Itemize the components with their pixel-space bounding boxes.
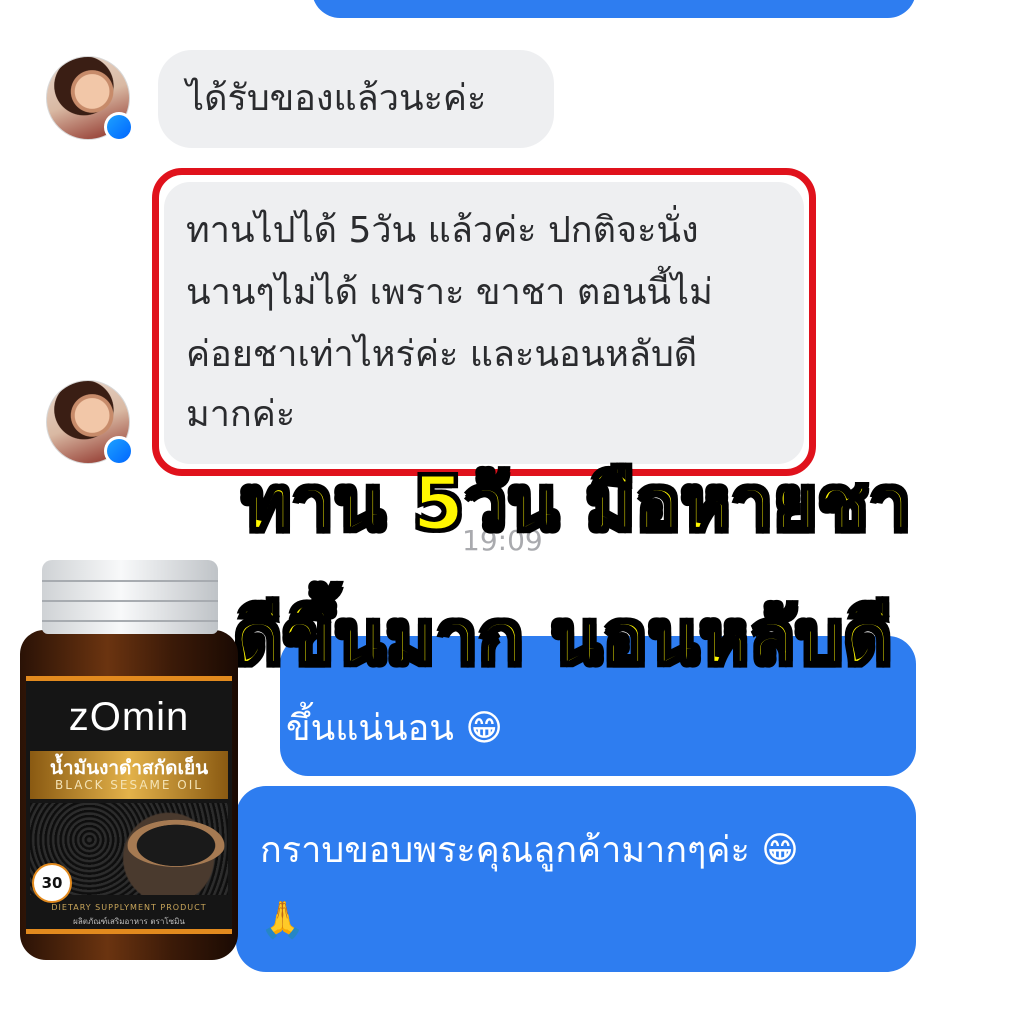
cap-ridge [42, 580, 218, 582]
incoming-message-bubble[interactable]: ได้รับของแล้วนะค่ะ [158, 50, 554, 148]
messenger-icon [104, 112, 134, 142]
bottle-cap [42, 560, 218, 634]
outgoing-message-text: ขึ้นแน่นอน 😁 [286, 708, 503, 749]
sender-avatar[interactable] [46, 380, 134, 466]
spoon-graphic [126, 819, 226, 867]
product-bottle-image: zOmin น้ำมันงาดำสกัดเย็น BLACK SESAME OI… [12, 560, 242, 960]
overlay-headline-1: ทาน 5วัน มือหายชา [241, 460, 913, 549]
sender-avatar[interactable] [46, 56, 134, 142]
product-label: zOmin น้ำมันงาดำสกัดเย็น BLACK SESAME OI… [26, 676, 232, 934]
thanks-message-text: กราบขอบพระคุณลูกค้ามากๆค่ะ 😁 [260, 830, 799, 871]
incoming-message-text: ได้รับของแล้วนะค่ะ [186, 78, 487, 119]
outgoing-thanks-bubble[interactable]: กราบขอบพระคุณลูกค้ามากๆค่ะ 😁 🙏 [236, 786, 916, 972]
thanks-emoji: 🙏 [260, 900, 305, 941]
product-name-en: BLACK SESAME OIL [55, 778, 203, 792]
overlay-headline-2: ดีขึ้นมาก นอนหลับดี [233, 594, 894, 683]
cap-ridge [42, 600, 218, 602]
outgoing-message-bubble-top [312, 0, 916, 18]
product-footer-th: ผลิตภัณฑ์เสริมอาหาร ตราโซมิน [73, 917, 185, 926]
product-brand-logo: zOmin [68, 695, 190, 739]
highlight-frame [152, 168, 816, 476]
product-name-band: น้ำมันงาดำสกัดเย็น BLACK SESAME OIL [30, 751, 228, 799]
capsule-count-badge: 30 [32, 863, 72, 903]
messenger-icon [104, 436, 134, 466]
cap-ridge [42, 620, 218, 622]
product-footer-en: DIETARY SUPPLYMENT PRODUCT [51, 903, 207, 912]
